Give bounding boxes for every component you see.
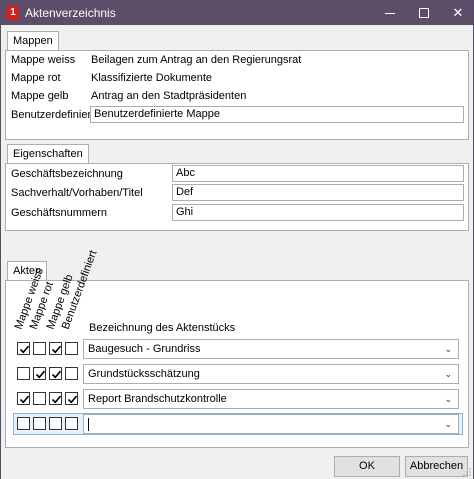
row-3-checkbox-3[interactable] (65, 417, 78, 430)
row-2-checkbox-1[interactable] (33, 392, 46, 405)
close-icon: ✕ (452, 5, 464, 20)
tab-mappen-label: Mappen (13, 35, 53, 47)
sachverhalt-input[interactable]: Def (172, 184, 464, 201)
resize-grip-icon[interactable] (463, 468, 471, 476)
maximize-icon (419, 8, 429, 18)
row-0-name-text: Baugesuch - Grundriss (88, 343, 201, 355)
row-1-checkbox-0[interactable] (17, 367, 30, 380)
mappe-rot-value: Klassifizierte Dokumente (91, 72, 213, 84)
geschaeftsbezeichnung-input[interactable]: Abc (172, 165, 464, 182)
row-0-name-combo[interactable]: Baugesuch - Grundriss ⌄ (83, 339, 459, 359)
ok-button[interactable]: OK (334, 456, 400, 477)
mappe-weiss-value: Beilagen zum Antrag an den Regierungsrat (91, 54, 302, 66)
geschaeftsbezeichnung-label: Geschäftsbezeichnung (11, 168, 123, 180)
row-2-checkbox-0[interactable] (17, 392, 30, 405)
chevron-down-icon[interactable]: ⌄ (444, 344, 452, 355)
row-0-checkbox-1[interactable] (33, 342, 46, 355)
row-2-checkbox-2[interactable] (49, 392, 62, 405)
window-title: Aktenverzeichnis (25, 6, 116, 20)
row-0-checkbox-0[interactable] (17, 342, 30, 355)
geschaeftsnummern-label: Geschäftsnummern (11, 207, 107, 219)
row-2-name-combo[interactable]: Report Brandschutzkontrolle ⌄ (83, 389, 459, 409)
close-button[interactable]: ✕ (441, 1, 474, 25)
chevron-down-icon[interactable]: ⌄ (444, 369, 452, 380)
dialog-window: 1 Aktenverzeichnis ✕ Mappen Mappe weiss … (0, 0, 474, 479)
minimize-icon (385, 13, 395, 14)
row-0-checkbox-3[interactable] (65, 342, 78, 355)
app-icon: 1 (7, 6, 19, 20)
tab-eigenschaften[interactable]: Eigenschaften (7, 144, 89, 164)
row-1-name-text: Grundstücksschätzung (88, 368, 200, 380)
benutzerdefiniert-input[interactable]: Benutzerdefinierte Mappe (90, 106, 464, 123)
row-1-checkbox-3[interactable] (65, 367, 78, 380)
col-header-bezeichnung: Bezeichnung des Aktenstücks (89, 322, 236, 334)
row-3-checkbox-0[interactable] (17, 417, 30, 430)
mappe-gelb-label: Mappe gelb (11, 90, 69, 102)
row-1-name-combo[interactable]: Grundstücksschätzung ⌄ (83, 364, 459, 384)
tab-eigenschaften-label: Eigenschaften (13, 148, 83, 160)
maximize-button[interactable] (407, 1, 441, 25)
text-caret (88, 418, 89, 431)
row-2-checkbox-3[interactable] (65, 392, 78, 405)
geschaeftsnummern-input[interactable]: Ghi (172, 204, 464, 221)
chevron-down-icon[interactable]: ⌄ (444, 419, 452, 430)
sachverhalt-label: Sachverhalt/Vorhaben/Titel (11, 187, 143, 199)
row-1-checkbox-1[interactable] (33, 367, 46, 380)
mappe-gelb-value: Antrag an den Stadtpräsidenten (91, 90, 247, 102)
minimize-button[interactable] (373, 1, 407, 25)
tab-mappen[interactable]: Mappen (7, 31, 59, 51)
cancel-button[interactable]: Abbrechen (405, 456, 468, 477)
row-3-checkbox-1[interactable] (33, 417, 46, 430)
row-0-checkbox-2[interactable] (49, 342, 62, 355)
row-3-checkbox-2[interactable] (49, 417, 62, 430)
title-bar[interactable]: 1 Aktenverzeichnis ✕ (1, 1, 473, 25)
row-2-name-text: Report Brandschutzkontrolle (88, 393, 227, 405)
mappe-rot-label: Mappe rot (11, 72, 61, 84)
row-1-checkbox-2[interactable] (49, 367, 62, 380)
dialog-footer (1, 453, 473, 479)
benutzerdefiniert-label: Benutzerdefiniert (11, 109, 95, 121)
chevron-down-icon[interactable]: ⌄ (444, 394, 452, 405)
mappe-weiss-label: Mappe weiss (11, 54, 76, 66)
row-3-name-combo[interactable]: ⌄ (83, 414, 459, 434)
